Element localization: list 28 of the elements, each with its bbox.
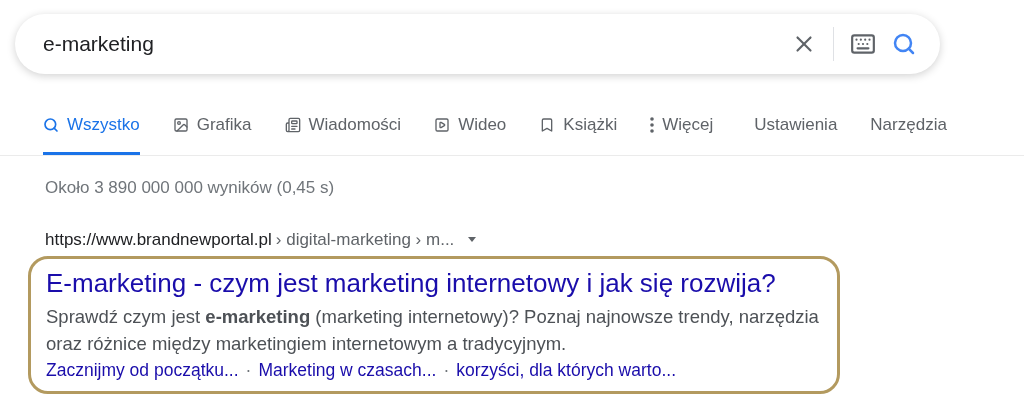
sitelink[interactable]: Marketing w czasach... [258, 357, 437, 383]
search-tab[interactable]: Wiadomości [284, 109, 402, 155]
result-stats: Około 3 890 000 000 wyników (0,45 s) [45, 177, 336, 199]
search-query: e-marketing [43, 31, 155, 58]
search-tab[interactable]: Wideo [434, 109, 507, 155]
newspaper-icon [284, 116, 301, 133]
sitelink[interactable]: Zacznijmy od początku... [46, 357, 239, 383]
search-field[interactable]: e-marketing [15, 14, 940, 74]
sitelink[interactable]: korzyści, dla których warto... [456, 357, 676, 383]
result-snippet: Sprawdź czym jest e-marketing (marketing internetowy)? Poznaj najnowsze trendy, narzędzia oraz różnice między marketingiem internetowym a tradycyjnym. [46, 305, 820, 356]
keyboard-icon[interactable] [850, 31, 876, 57]
search-tab[interactable]: Więcej [650, 109, 714, 155]
caret-icon[interactable] [468, 236, 477, 242]
more-icon [650, 116, 655, 133]
image-icon [172, 116, 189, 133]
search-icon [43, 116, 59, 133]
result-url[interactable]: https://www.brandnewportal.pl [45, 226, 272, 252]
search-icon[interactable] [892, 32, 916, 56]
search-tab[interactable]: Wszystko [43, 109, 140, 155]
separator: · [443, 359, 450, 382]
search-tab[interactable]: Książki [539, 109, 618, 155]
search-tab[interactable]: Grafika [172, 109, 252, 155]
breadcrumb: › digital-marketing › m... [275, 228, 455, 251]
play-icon [434, 116, 451, 133]
result-title[interactable]: E-marketing - czym jest marketing internetowy i jak się rozwija? [46, 267, 837, 299]
search-tab[interactable]: Narzędzia [870, 109, 947, 155]
search-tab[interactable]: Ustawienia [754, 109, 838, 155]
separator: · [245, 359, 252, 382]
